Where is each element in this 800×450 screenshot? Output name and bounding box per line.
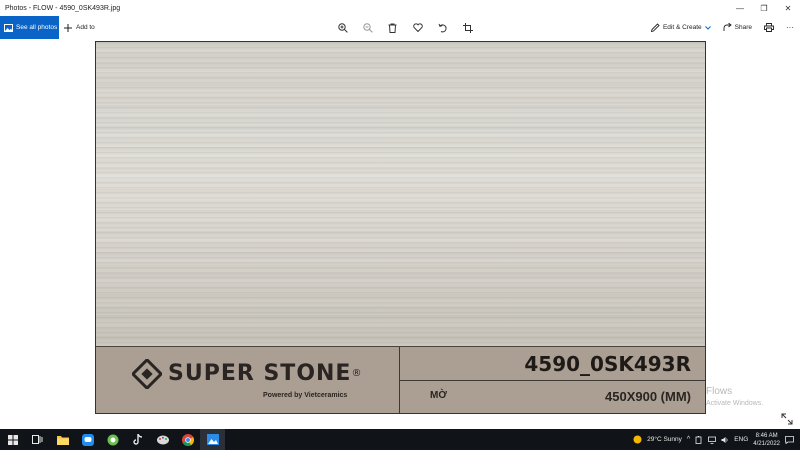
language-indicator[interactable]: ENG	[734, 436, 748, 443]
photo-viewer[interactable]: SUPER STONE® Powered by Vietceramics 459…	[95, 41, 706, 414]
chrome-button[interactable]	[175, 429, 200, 450]
product-code: 4590_0SK493R	[524, 352, 691, 376]
fullscreen-button[interactable]	[781, 412, 793, 425]
system-tray: 29°C Sunny ^ ENG 8:46 AM 4/21/2022	[633, 429, 800, 450]
registered-mark: ®	[351, 368, 363, 379]
browser-app-button[interactable]	[100, 429, 125, 450]
stone-texture	[96, 42, 705, 346]
favorite-button[interactable]	[405, 16, 430, 39]
heart-icon	[412, 23, 423, 32]
weather-text[interactable]: 29°C Sunny	[647, 436, 682, 443]
plus-icon	[64, 23, 72, 32]
paint-app-button[interactable]	[150, 429, 175, 450]
share-label: Share	[734, 24, 752, 31]
rotate-icon	[438, 23, 447, 32]
maximize-button[interactable]: ❐	[752, 0, 776, 16]
zoom-in-button[interactable]	[330, 16, 355, 39]
print-button[interactable]	[758, 16, 780, 39]
minimize-button[interactable]: —	[728, 0, 752, 16]
taskbar: 29°C Sunny ^ ENG 8:46 AM 4/21/2022	[0, 429, 800, 450]
size-label: 450X900 (MM)	[605, 389, 691, 404]
photos-app-icon	[206, 434, 219, 445]
task-view-button[interactable]	[25, 429, 50, 450]
powered-by-text: Powered by Vietceramics	[263, 392, 348, 399]
right-tools: Edit & Create Share ···	[645, 16, 800, 39]
palette-icon	[156, 435, 169, 444]
chevron-down-icon	[704, 25, 711, 30]
chat-app-icon	[81, 433, 94, 446]
brand-name: SUPER STONE®	[168, 361, 363, 386]
activate-windows-watermark: Flows Activate Windows.	[706, 386, 763, 410]
photos-icon	[4, 23, 13, 32]
clock[interactable]: 8:46 AM 4/21/2022	[753, 432, 780, 448]
file-explorer-button[interactable]	[50, 429, 75, 450]
tiktok-button[interactable]	[125, 429, 150, 450]
product-label-panel: SUPER STONE® Powered by Vietceramics 459…	[96, 346, 705, 413]
finish-label: MỜ	[430, 390, 447, 401]
folder-icon	[56, 435, 69, 445]
share-button[interactable]: Share	[717, 16, 758, 39]
add-to-button[interactable]: Add to	[64, 16, 95, 39]
green-app-icon	[107, 434, 118, 445]
photos-app-button[interactable]	[200, 429, 225, 450]
watermark-line2: Activate Windows.	[706, 400, 764, 407]
network-icon[interactable]	[708, 436, 717, 444]
see-all-photos-button[interactable]: See all photos	[0, 16, 59, 39]
image-canvas: SUPER STONE® Powered by Vietceramics 459…	[0, 39, 800, 429]
toolbar: See all photos Add to Edit & Create Shar…	[0, 16, 800, 39]
delete-button[interactable]	[380, 16, 405, 39]
volume-icon[interactable]	[721, 436, 729, 444]
battery-icon[interactable]	[695, 435, 703, 444]
add-to-label: Add to	[76, 24, 95, 31]
clock-date: 4/21/2022	[753, 440, 780, 447]
clock-time: 8:46 AM	[755, 432, 778, 439]
chevron-up-icon[interactable]: ^	[687, 436, 690, 443]
crop-icon	[462, 22, 473, 33]
share-icon	[723, 23, 732, 31]
sun-weather-icon	[633, 435, 642, 444]
tiktok-icon	[132, 433, 142, 445]
trash-icon	[388, 23, 397, 33]
more-icon: ···	[786, 23, 794, 32]
rotate-button[interactable]	[430, 16, 455, 39]
watermark-line1: Flows	[706, 386, 733, 397]
more-button[interactable]: ···	[780, 16, 800, 39]
close-button[interactable]: ✕	[776, 0, 800, 16]
zoom-out-button[interactable]	[355, 16, 380, 39]
crop-button[interactable]	[455, 16, 480, 39]
task-view-icon	[32, 435, 43, 444]
center-tools	[330, 16, 480, 39]
edit-icon	[650, 23, 660, 32]
zoom-in-icon	[337, 22, 348, 33]
printer-icon	[764, 23, 774, 32]
windows-logo-icon	[7, 434, 18, 445]
brand-block: SUPER STONE®	[132, 359, 362, 389]
panel-divider-horizontal	[399, 380, 705, 381]
start-button[interactable]	[0, 429, 25, 450]
window-title: Photos - FLOW - 4590_0SK493R.jpg	[5, 4, 121, 12]
chrome-icon	[181, 433, 194, 446]
edit-create-label: Edit & Create	[662, 24, 702, 31]
see-all-photos-label: See all photos	[16, 24, 58, 31]
zoom-out-icon	[362, 22, 373, 33]
super-stone-logo-icon	[132, 359, 162, 389]
title-bar: Photos - FLOW - 4590_0SK493R.jpg — ❐ ✕	[0, 0, 800, 16]
notification-icon[interactable]	[785, 435, 794, 444]
zalo-app-button[interactable]	[75, 429, 100, 450]
expand-icon	[781, 413, 793, 425]
edit-create-button[interactable]: Edit & Create	[645, 16, 717, 39]
